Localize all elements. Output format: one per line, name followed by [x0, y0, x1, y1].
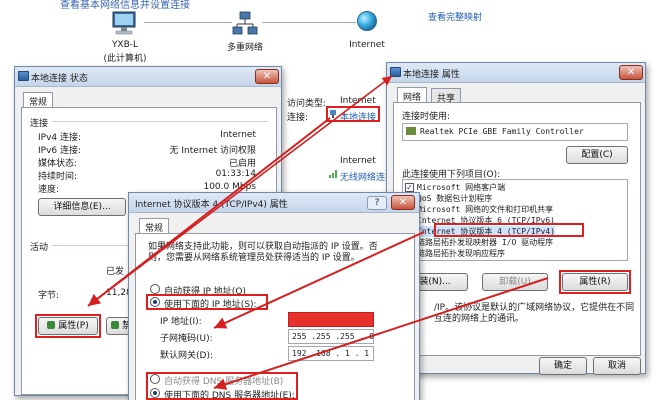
close-button[interactable]: ✕ — [255, 69, 279, 84]
access-type-value: Internet — [340, 96, 376, 106]
network-name: 多重网络 — [226, 43, 263, 53]
network-icon — [232, 10, 258, 38]
list-item-label: QoS 数据包计划程序 — [417, 194, 493, 203]
auto-ip-radio[interactable] — [150, 284, 160, 294]
highlight-box — [326, 106, 380, 122]
close-button[interactable]: ✕ — [391, 195, 415, 210]
network-adapter-icon — [406, 127, 416, 135]
properties-titlebar: 本地连接 属性 ✕ — [387, 63, 645, 83]
description-text: /IP。该协议是默认的广域网络协议，它提供在不同 互连的网络上的通讯。 — [434, 303, 635, 324]
list-item-label: Microsoft 网络客户端 — [417, 183, 506, 192]
computer-name: YXB-L — [111, 40, 139, 50]
gateway-input[interactable]: 192 .168 . 1 . 1 — [288, 346, 374, 361]
details-button[interactable]: 详细信息(E)... — [38, 198, 126, 216]
access-type-value-2: Internet — [340, 156, 376, 166]
configure-button[interactable]: 配置(C) — [566, 146, 628, 164]
status-row-label: IPv4 连接: — [38, 133, 82, 143]
highlight-box — [434, 223, 584, 237]
status-row-label: 速度: — [38, 185, 60, 195]
view-full-map-link[interactable]: 查看完整映射 — [428, 10, 482, 23]
cancel-button[interactable]: 取消 — [593, 357, 641, 375]
ip-address-label: IP 地址(I): — [160, 317, 202, 327]
list-item[interactable]: ✓链路层拓扑发现响应程序 — [403, 248, 627, 259]
close-button[interactable]: ✕ — [619, 65, 643, 80]
list-item-label: Microsoft 网络的文件和打印机共享 — [417, 205, 554, 214]
status-row-value: 已启用 — [228, 159, 256, 169]
highlight-box — [146, 372, 298, 400]
ipv4-window-title: Internet 协议版本 4 (TCP/IPv4) 属性 — [135, 200, 288, 210]
status-row-value: 01:33:14 — [215, 169, 256, 179]
ip-address-input[interactable] — [288, 312, 374, 327]
computer-icon — [110, 10, 140, 38]
globe-icon — [357, 11, 377, 31]
connection-label: 连接: — [287, 113, 309, 123]
status-window-title: 本地连接 状态 — [31, 74, 88, 84]
checkbox[interactable]: ✓ — [405, 183, 414, 192]
status-row-value: Internet — [220, 130, 256, 140]
highlight-box — [35, 314, 101, 338]
gateway-label: 默认网关(D): — [160, 351, 213, 361]
shield-icon — [111, 321, 119, 329]
connect-using-label: 连接时使用: — [402, 112, 451, 122]
adapter-name: Realtek PCIe GBE Family Controller — [420, 127, 584, 136]
list-item-label: 链路层拓扑发现映射器 I/O 驱动程序 — [417, 238, 554, 247]
status-row-label: IPv6 连接: — [38, 146, 82, 156]
highlight-box — [559, 270, 631, 294]
access-type-label: 访问类型: — [287, 99, 327, 109]
ok-button[interactable]: 确定 — [539, 357, 587, 375]
map-connector-line — [262, 22, 356, 23]
list-item[interactable]: ✓链路层拓扑发现映射器 I/O 驱动程序 — [403, 237, 627, 248]
connection-icon — [18, 71, 29, 81]
divider — [52, 121, 268, 122]
properties-window-title: 本地连接 属性 — [403, 70, 460, 80]
status-row-value: 无 Internet 访问权限 — [169, 146, 256, 156]
wifi-icon — [328, 168, 338, 178]
connection-group-label: 连接 — [30, 119, 49, 129]
list-item[interactable]: ✓Microsoft 网络的文件和打印机共享 — [403, 204, 627, 215]
items-list: ✓Microsoft 网络客户端 ✓QoS 数据包计划程序 ✓Microsoft… — [402, 179, 628, 261]
ipv4-panel: 如果网络支持此功能，则可以获取自动指派的 IP 设置。否则，您需要从网络系统管理… — [135, 233, 415, 400]
ipv4-window: Internet 协议版本 4 (TCP/IPv4) 属性 ? ✕ 常规 如果网… — [128, 192, 420, 400]
internet-label: Internet — [349, 40, 385, 50]
subnet-mask-label: 子网掩码(U): — [160, 334, 213, 344]
list-item[interactable]: ✓QoS 数据包计划程序 — [403, 193, 627, 204]
status-row-label: 媒体状态: — [38, 159, 78, 169]
activity-group-label: 活动 — [30, 243, 49, 253]
status-row-label: 持续时间: — [38, 172, 78, 182]
bytes-label: 字节: — [38, 291, 60, 301]
connection-icon — [390, 67, 401, 77]
subnet-mask-input[interactable]: 255 .255 .255 . 0 — [288, 329, 374, 344]
list-item[interactable]: ✓ Microsoft 网络客户端 — [403, 182, 627, 193]
sent-label: 已发 — [106, 267, 125, 277]
highlight-box — [146, 294, 268, 310]
map-connector-line — [144, 22, 232, 23]
help-button[interactable]: ? — [367, 196, 387, 210]
uninstall-button[interactable]: 卸载(U) — [482, 273, 548, 291]
computer-sub: (此计算机) — [103, 54, 147, 64]
list-item-label: 链路层拓扑发现响应程序 — [417, 249, 505, 258]
properties-panel: 连接时使用: Realtek PCIe GBE Family Controlle… — [393, 102, 641, 356]
ipv4-description: 如果网络支持此功能，则可以获取自动指派的 IP 设置。否则，您需要从网络系统管理… — [148, 242, 378, 263]
status-titlebar: 本地连接 状态 ✕ — [15, 67, 281, 87]
adapter-field: Realtek PCIe GBE Family Controller — [402, 123, 628, 141]
ipv4-titlebar: Internet 协议版本 4 (TCP/IPv4) 属性 ? ✕ — [129, 193, 419, 213]
status-row-value: 100.0 Mbps — [203, 182, 256, 192]
properties-window: 本地连接 属性 ✕ 网络 共享 连接时使用: Realtek PCIe GBE … — [386, 62, 646, 375]
